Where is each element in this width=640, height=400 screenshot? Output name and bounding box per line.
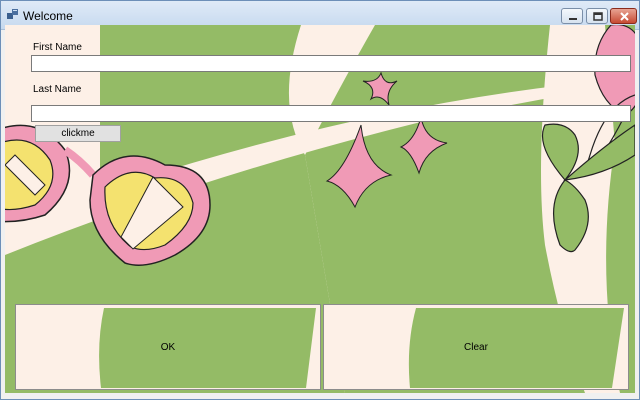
ok-button[interactable]: OK xyxy=(15,304,321,390)
close-icon xyxy=(620,12,629,21)
first-name-label: First Name xyxy=(33,42,82,53)
last-name-label: Last Name xyxy=(33,84,82,95)
minimize-button[interactable] xyxy=(561,8,583,24)
welcome-window: Welcome First Name Last Name clickme OK … xyxy=(0,0,640,400)
maximize-button[interactable] xyxy=(586,8,608,24)
clear-button-label: Clear xyxy=(464,341,488,353)
close-button[interactable] xyxy=(610,8,637,24)
ok-button-label: OK xyxy=(160,341,176,353)
app-window-icon xyxy=(7,9,18,19)
form-client-area: First Name Last Name clickme OK Clear xyxy=(5,25,635,393)
first-name-input[interactable] xyxy=(31,55,631,72)
maximize-icon xyxy=(593,12,603,21)
clear-button[interactable]: Clear xyxy=(323,304,629,390)
minimize-icon xyxy=(569,18,577,20)
window-title: Welcome xyxy=(23,9,73,23)
last-name-input[interactable] xyxy=(31,105,631,122)
clickme-button-label: clickme xyxy=(61,128,95,139)
clickme-button[interactable]: clickme xyxy=(35,125,121,142)
